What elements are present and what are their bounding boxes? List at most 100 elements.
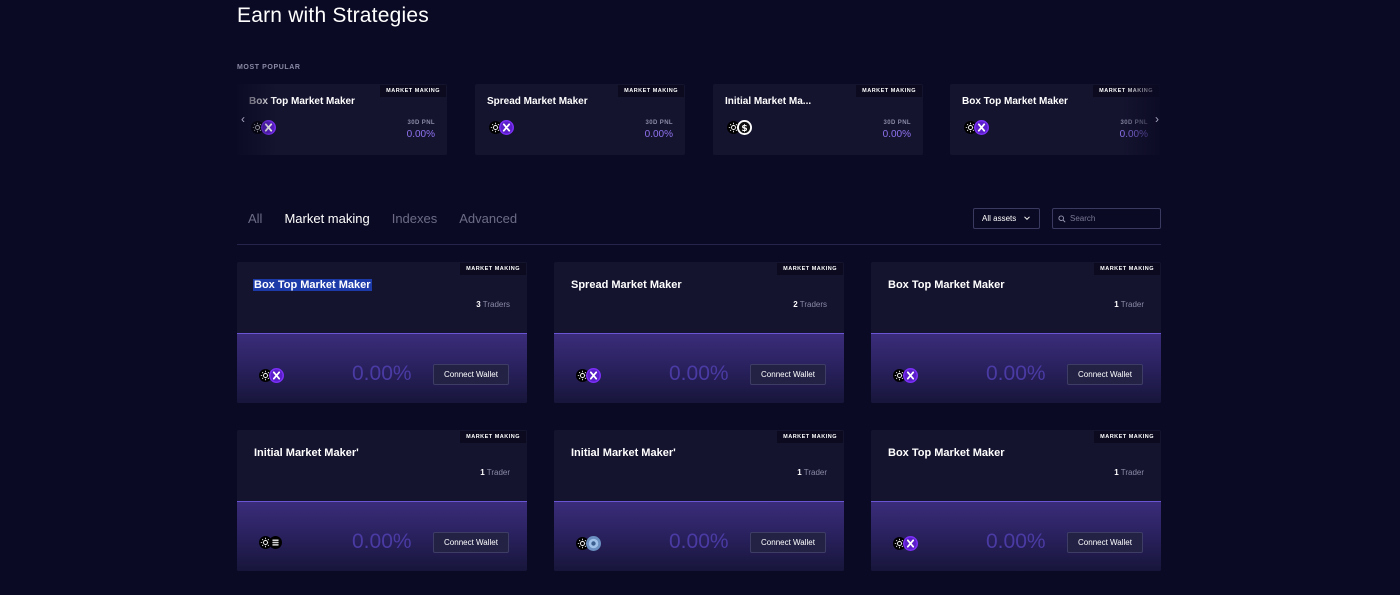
pnl-value: 0.00%: [406, 129, 435, 140]
token-icons: [259, 536, 282, 549]
strategy-name: Initial Market Maker': [254, 447, 359, 459]
trader-count: 3 Traders: [476, 300, 510, 309]
chevron-down-icon: [1024, 216, 1030, 221]
strategy-name: Box Top Market Maker: [253, 279, 372, 291]
pnl-label: 30D PNL: [883, 120, 911, 126]
token-icons: [259, 368, 284, 383]
connect-wallet-button[interactable]: Connect Wallet: [750, 532, 826, 553]
strategy-card-footer: 0.00% Connect Wallet: [554, 501, 844, 571]
search-input[interactable]: [1070, 214, 1150, 223]
strategy-name: Box Top Market Maker: [249, 96, 355, 107]
strategy-badge: MARKET MAKING: [380, 85, 446, 97]
x-token-icon: [261, 119, 276, 135]
tab-indexes[interactable]: Indexes: [392, 211, 438, 226]
strategy-card[interactable]: MARKET MAKING Initial Market Maker' 1 Tr…: [554, 430, 844, 571]
carousel-card[interactable]: MARKET MAKING Spread Market Maker 30D PN…: [475, 84, 685, 155]
most-popular-label: MOST POPULAR: [237, 64, 301, 71]
strategy-badge: MARKET MAKING: [777, 431, 843, 443]
strategy-return: 0.00%: [669, 530, 729, 553]
strategy-badge: MARKET MAKING: [618, 85, 684, 97]
carousel-card[interactable]: MARKET MAKING Box Top Market Maker 30D P…: [950, 84, 1160, 155]
strategies-page: Earn with Strategies MOST POPULAR MARKET…: [0, 0, 1400, 595]
chevron-right-icon[interactable]: ›: [1151, 112, 1163, 126]
strategy-name: Initial Market Maker': [571, 447, 676, 459]
x-token-icon: [974, 119, 989, 135]
strategy-card-footer: 0.00% Connect Wallet: [237, 501, 527, 571]
tab-all[interactable]: All: [248, 211, 262, 226]
connect-wallet-button[interactable]: Connect Wallet: [1067, 532, 1143, 553]
pnl-label: 30D PNL: [1120, 120, 1148, 126]
asset-select[interactable]: All assets: [973, 208, 1040, 229]
strategy-name: Box Top Market Maker: [888, 279, 1005, 291]
connect-wallet-button[interactable]: Connect Wallet: [750, 364, 826, 385]
pnl-value: 0.00%: [882, 129, 911, 140]
strategy-card[interactable]: MARKET MAKING Box Top Market Maker 3 Tra…: [237, 262, 527, 403]
strategy-card-footer: 0.00% Connect Wallet: [237, 333, 527, 403]
token-icons: [893, 536, 918, 551]
blue-coin-icon: [586, 536, 601, 551]
x-token-icon: [499, 119, 514, 135]
strategy-card-footer: 0.00% Connect Wallet: [871, 501, 1161, 571]
token-icons: [576, 368, 601, 383]
stack-token-icon: [269, 536, 282, 549]
x-token-icon: [903, 536, 918, 551]
pnl-label: 30D PNL: [407, 120, 435, 126]
token-icons: [964, 119, 989, 135]
strategy-card[interactable]: MARKET MAKING Initial Market Maker' 1 Tr…: [237, 430, 527, 571]
strategy-card-footer: 0.00% Connect Wallet: [554, 333, 844, 403]
dollar-token-icon: $: [737, 119, 752, 135]
svg-text:$: $: [741, 123, 747, 133]
tab-advanced[interactable]: Advanced: [459, 211, 517, 226]
trader-count: 1 Trader: [797, 468, 827, 477]
trader-count: 2 Traders: [793, 300, 827, 309]
strategy-name: Box Top Market Maker: [962, 96, 1068, 107]
pnl-label: 30D PNL: [645, 120, 673, 126]
pnl-value: 0.00%: [1119, 129, 1148, 140]
page-title: Earn with Strategies: [237, 4, 429, 27]
carousel-card[interactable]: MARKET MAKING Box Top Market Maker 30D P…: [237, 84, 447, 155]
strategy-tabs: All Market making Indexes Advanced: [248, 211, 539, 226]
popular-carousel: MARKET MAKING Box Top Market Maker 30D P…: [237, 84, 1161, 156]
strategy-card[interactable]: MARKET MAKING Spread Market Maker 2 Trad…: [554, 262, 844, 403]
x-token-icon: [903, 368, 918, 383]
strategy-return: 0.00%: [986, 530, 1046, 553]
strategy-return: 0.00%: [352, 362, 412, 385]
carousel-card[interactable]: MARKET MAKING Initial Market Ma... $ 30D…: [713, 84, 923, 155]
trader-count: 1 Trader: [1114, 300, 1144, 309]
x-token-icon: [586, 368, 601, 383]
x-token-icon: [269, 368, 284, 383]
strategy-badge: MARKET MAKING: [1094, 263, 1160, 275]
strategy-name: Initial Market Ma...: [725, 96, 812, 107]
strategy-return: 0.00%: [352, 530, 412, 553]
strategy-badge: MARKET MAKING: [856, 85, 922, 97]
token-icons: [489, 119, 514, 135]
token-icons: [576, 536, 601, 551]
strategy-card-footer: 0.00% Connect Wallet: [871, 333, 1161, 403]
strategy-card[interactable]: MARKET MAKING Box Top Market Maker 1 Tra…: [871, 262, 1161, 403]
connect-wallet-button[interactable]: Connect Wallet: [433, 532, 509, 553]
chevron-left-icon[interactable]: ‹: [237, 112, 249, 126]
strategy-name: Spread Market Maker: [487, 96, 588, 107]
search-icon: [1058, 214, 1066, 223]
strategy-return: 0.00%: [986, 362, 1046, 385]
connect-wallet-button[interactable]: Connect Wallet: [433, 364, 509, 385]
token-icons: [251, 119, 276, 135]
strategy-badge: MARKET MAKING: [460, 263, 526, 275]
strategy-card[interactable]: MARKET MAKING Box Top Market Maker 1 Tra…: [871, 430, 1161, 571]
strategy-name: Box Top Market Maker: [888, 447, 1005, 459]
strategy-badge: MARKET MAKING: [1094, 431, 1160, 443]
trader-count: 1 Trader: [1114, 468, 1144, 477]
connect-wallet-button[interactable]: Connect Wallet: [1067, 364, 1143, 385]
asset-select-value: All assets: [982, 214, 1017, 223]
strategy-name: Spread Market Maker: [571, 279, 682, 291]
search-box[interactable]: [1052, 208, 1161, 229]
token-icons: [893, 368, 918, 383]
tab-market-making[interactable]: Market making: [284, 211, 369, 226]
strategy-return: 0.00%: [669, 362, 729, 385]
strategy-badge: MARKET MAKING: [460, 431, 526, 443]
pnl-value: 0.00%: [644, 129, 673, 140]
strategy-badge: MARKET MAKING: [777, 263, 843, 275]
trader-count: 1 Trader: [480, 468, 510, 477]
token-icons: $: [727, 119, 752, 135]
strategy-badge: MARKET MAKING: [1093, 85, 1159, 97]
